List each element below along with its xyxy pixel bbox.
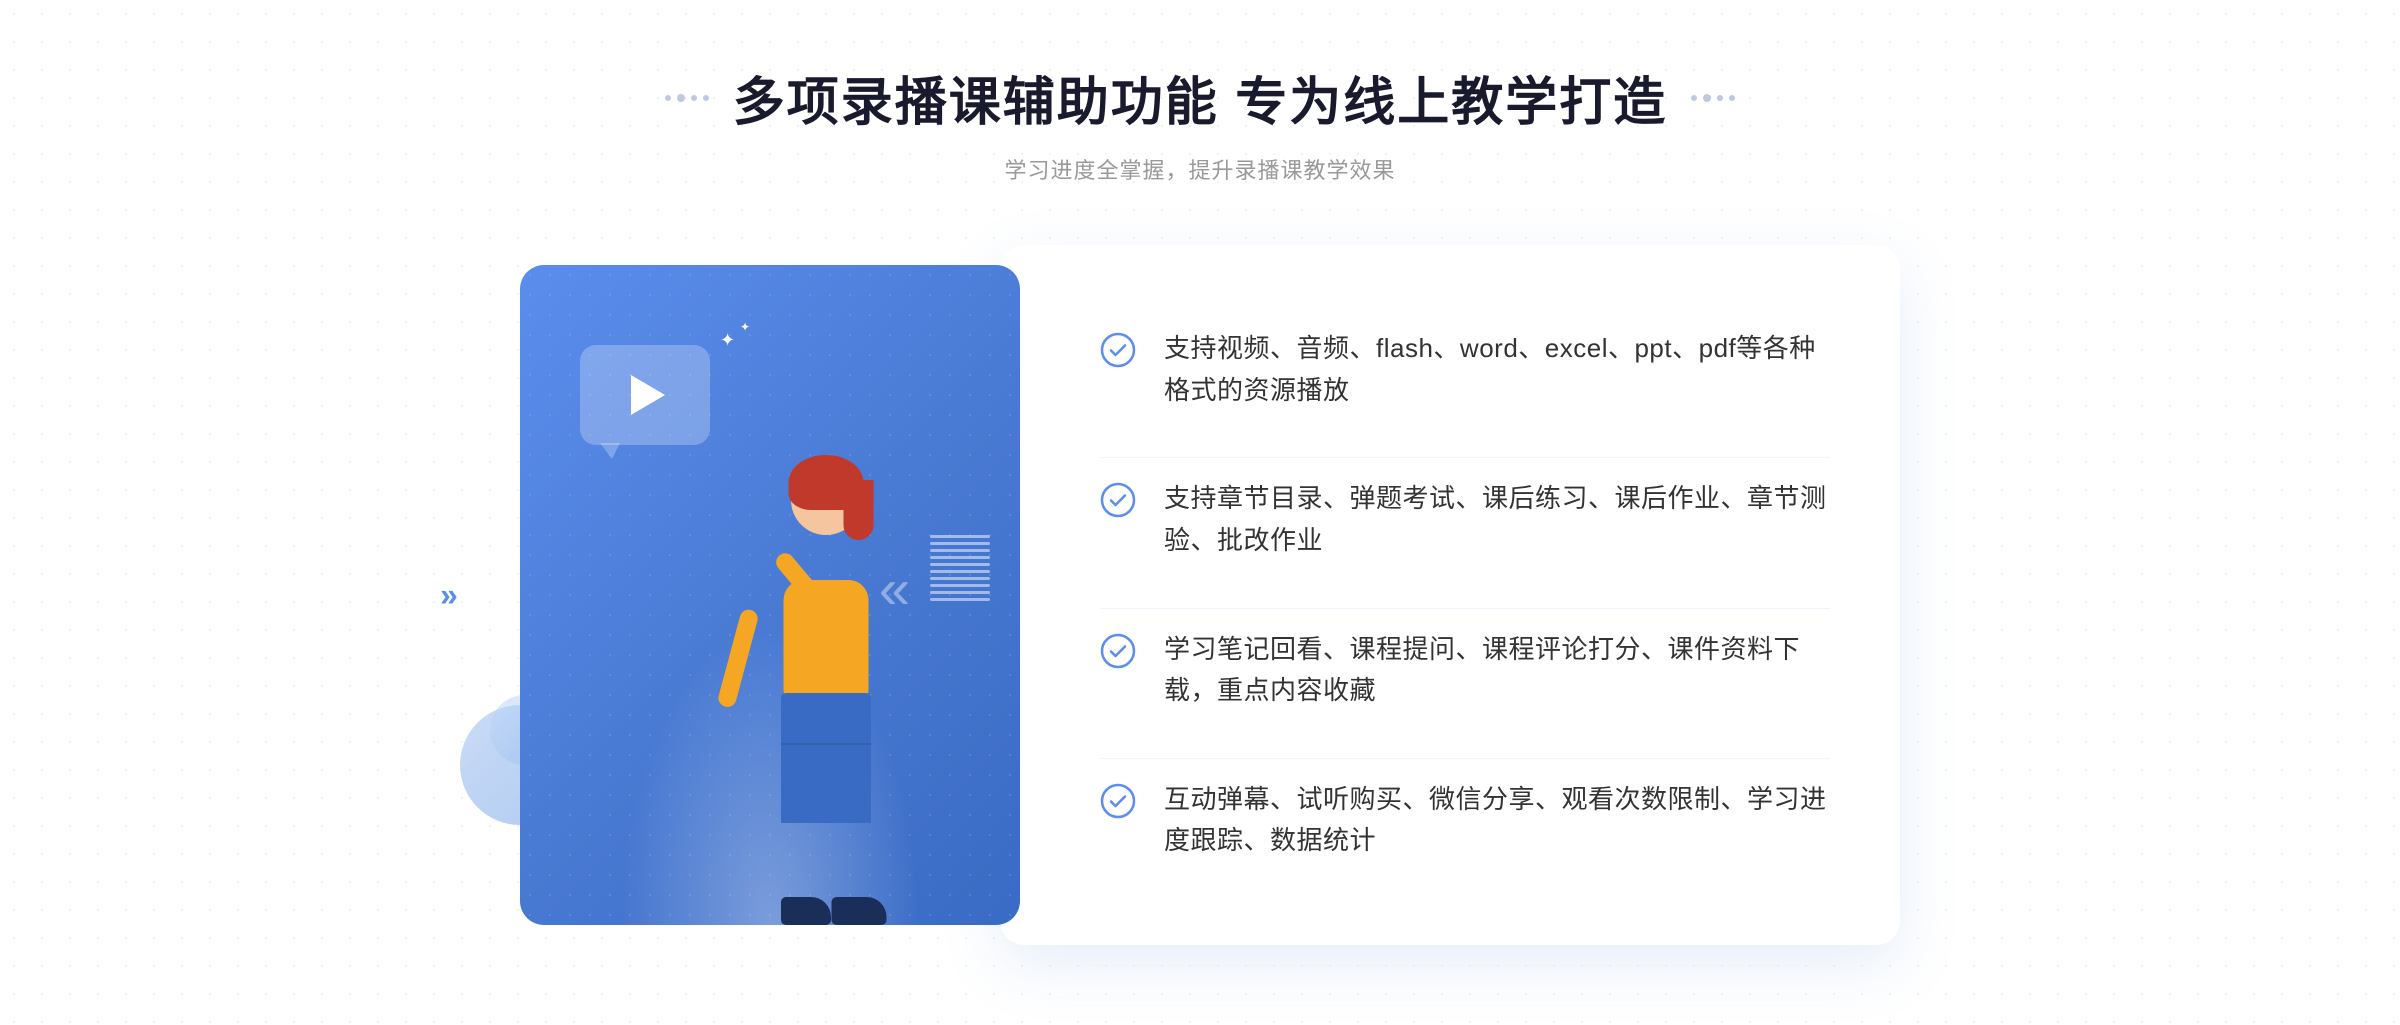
feature-text-4: 互动弹幕、试听购买、微信分享、观看次数限制、学习进度跟踪、数据统计 <box>1164 779 1830 862</box>
figure-pants <box>781 693 871 823</box>
feature-text-1: 支持视频、音频、flash、word、excel、ppt、pdf等各种格式的资源… <box>1164 328 1830 411</box>
check-icon-3 <box>1100 633 1136 669</box>
content-section: » ✦ ✦ <box>500 245 1900 945</box>
feature-text-2: 支持章节目录、弹题考试、课后练习、课后作业、章节测验、批改作业 <box>1164 478 1830 561</box>
figure-torso <box>784 580 869 700</box>
sparkle-icon-1: ✦ <box>720 330 735 351</box>
chevron-left-icon: » <box>440 577 458 614</box>
sparkle-icon-2: ✦ <box>740 320 750 334</box>
figure-arm-down <box>716 608 759 709</box>
feature-item-4: 互动弹幕、试听购买、微信分享、观看次数限制、学习进度跟踪、数据统计 <box>1100 758 1830 882</box>
left-decorators <box>665 94 709 102</box>
check-icon-2 <box>1100 482 1136 518</box>
human-figure <box>686 425 966 925</box>
features-panel: 支持视频、音频、flash、word、excel、ppt、pdf等各种格式的资源… <box>1000 245 1900 945</box>
subtitle: 学习进度全掌握，提升录播课教学效果 <box>665 153 1735 185</box>
right-decorators <box>1691 94 1735 102</box>
header-section: 多项录播课辅助功能 专为线上教学打造 学习进度全掌握，提升录播课教学效果 <box>665 60 1735 185</box>
dot-2 <box>677 94 685 102</box>
figure-body <box>686 425 966 925</box>
figure-shoe-right <box>832 897 887 925</box>
figure-hair <box>789 455 864 510</box>
check-icon-1 <box>1100 332 1136 368</box>
page-container: 多项录播课辅助功能 专为线上教学打造 学习进度全掌握，提升录播课教学效果 » <box>0 0 2400 1025</box>
dot-6 <box>1703 94 1711 102</box>
left-nav-arrows[interactable]: » <box>440 577 458 614</box>
title-row: 多项录播课辅助功能 专为线上教学打造 <box>665 60 1735 135</box>
dot-7 <box>1717 95 1723 101</box>
dot-1 <box>665 95 671 101</box>
dot-3 <box>691 95 697 101</box>
feature-item-3: 学习笔记回看、课程提问、课程评论打分、课件资料下载，重点内容收藏 <box>1100 608 1830 732</box>
dot-4 <box>703 95 709 101</box>
illustration-area: ✦ ✦ « <box>500 245 1020 945</box>
main-title: 多项录播课辅助功能 专为线上教学打造 <box>733 60 1667 135</box>
figure-shoe-left <box>781 897 831 925</box>
dot-8 <box>1729 95 1735 101</box>
play-icon <box>631 375 665 415</box>
feature-item-1: 支持视频、音频、flash、word、excel、ppt、pdf等各种格式的资源… <box>1100 308 1830 431</box>
illustration-background: ✦ ✦ « <box>520 265 1020 925</box>
feature-text-3: 学习笔记回看、课程提问、课程评论打分、课件资料下载，重点内容收藏 <box>1164 629 1830 712</box>
check-icon-4 <box>1100 783 1136 819</box>
feature-item-2: 支持章节目录、弹题考试、课后练习、课后作业、章节测验、批改作业 <box>1100 457 1830 581</box>
dot-5 <box>1691 95 1697 101</box>
